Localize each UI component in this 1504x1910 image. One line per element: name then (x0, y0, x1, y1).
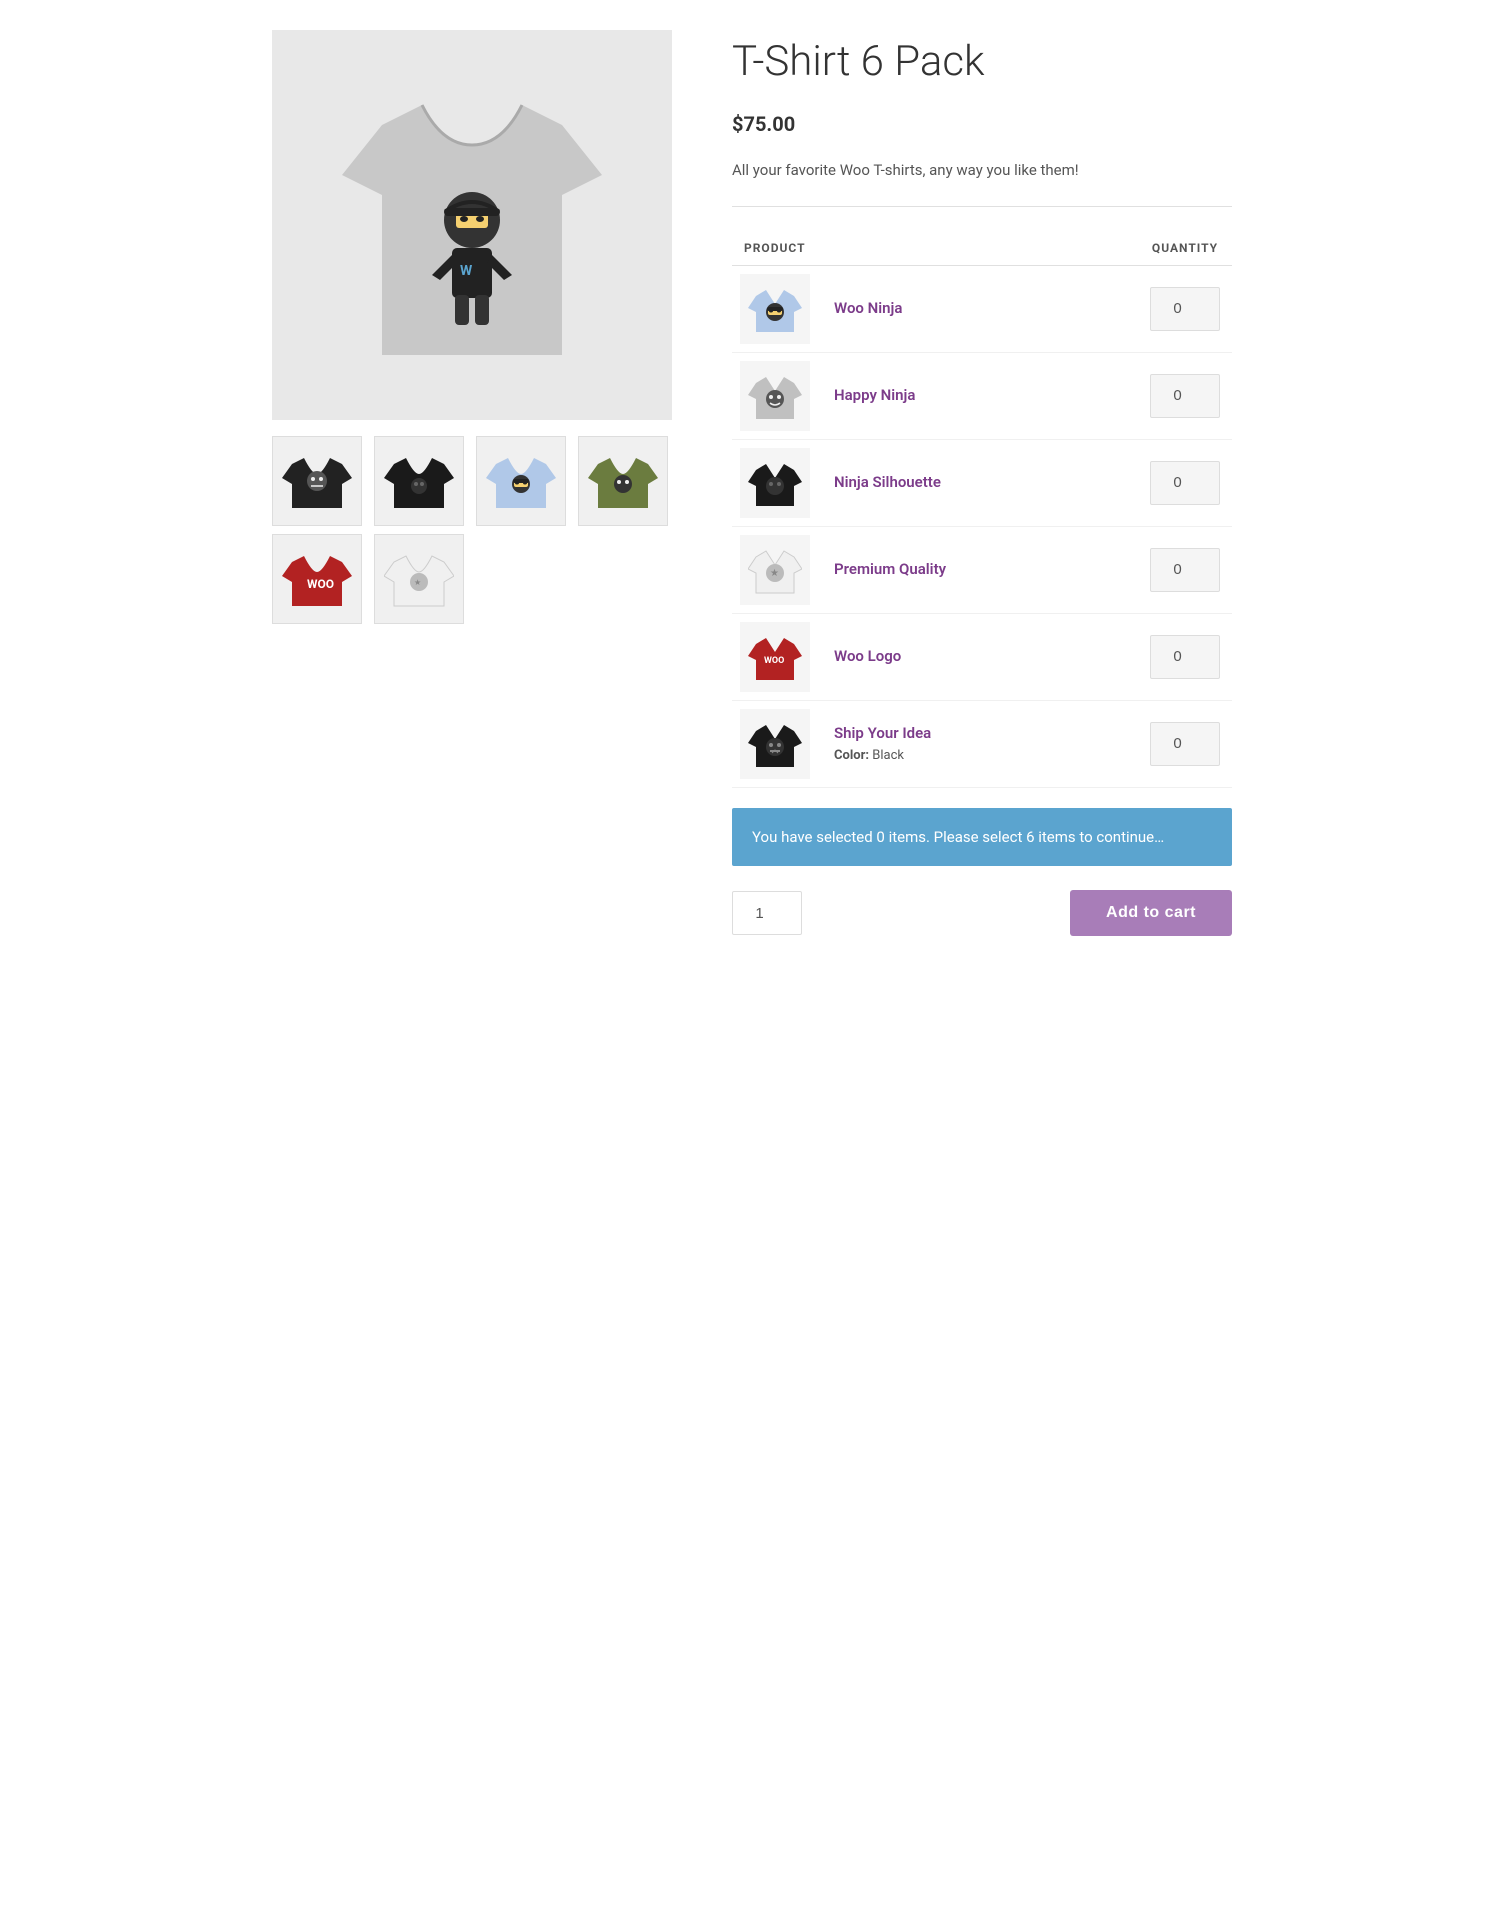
product-name-3[interactable]: Premium Quality (834, 558, 1126, 581)
col-header-product: PRODUCT (732, 231, 1138, 266)
product-thumbnail-1 (740, 361, 810, 431)
selection-notice-text: You have selected 0 items. Please select… (752, 828, 1164, 846)
table-row: WOO Woo Logo (732, 613, 1232, 700)
product-price: $75.00 (732, 109, 1232, 139)
product-thumbnail-5 (740, 709, 810, 779)
qty-input-5[interactable] (1150, 722, 1220, 766)
table-row: Ship Your Idea Color: Black (732, 700, 1232, 787)
product-name-5[interactable]: Ship Your Idea (834, 722, 1126, 745)
cart-quantity-input[interactable] (732, 891, 802, 935)
product-name-0[interactable]: Woo Ninja (834, 297, 1126, 320)
main-product-image: W (272, 30, 672, 420)
product-thumbnail-4: WOO (740, 622, 810, 692)
svg-text:WOO: WOO (307, 577, 334, 591)
thumbnail-ninja-silhouette[interactable] (272, 436, 362, 526)
product-images-section: W (272, 30, 672, 624)
product-thumbnail-3: ★ (740, 535, 810, 605)
qty-cell-4 (1138, 613, 1232, 700)
qty-input-3[interactable] (1150, 548, 1220, 592)
product-thumbnail-0 (740, 274, 810, 344)
grouped-products-table: PRODUCT QUANTITY Woo Ninja (732, 231, 1232, 788)
table-row: Ninja Silhouette (732, 439, 1232, 526)
svg-text:★: ★ (770, 568, 779, 579)
product-name-cell-4: Woo Logo (822, 613, 1138, 700)
product-name-cell-5: Ship Your Idea Color: Black (822, 700, 1138, 787)
qty-cell-3 (1138, 526, 1232, 613)
product-name-cell-2: Ninja Silhouette (822, 439, 1138, 526)
table-row: Happy Ninja (732, 352, 1232, 439)
selection-notice: You have selected 0 items. Please select… (732, 808, 1232, 867)
product-name-cell-3: Premium Quality (822, 526, 1138, 613)
product-name-1[interactable]: Happy Ninja (834, 384, 1126, 407)
thumbnail-olive[interactable] (578, 436, 668, 526)
qty-input-1[interactable] (1150, 374, 1220, 418)
qty-input-2[interactable] (1150, 461, 1220, 505)
qty-cell-2 (1138, 439, 1232, 526)
thumbnail-woo-logo[interactable]: WOO (272, 534, 362, 624)
product-name-cell-0: Woo Ninja (822, 265, 1138, 352)
thumbnail-white[interactable]: ★ (374, 534, 464, 624)
table-row: ★ Premium Quality (732, 526, 1232, 613)
col-header-quantity: QUANTITY (1138, 231, 1232, 266)
thumbnail-black[interactable] (374, 436, 464, 526)
product-details-section: T-Shirt 6 Pack $75.00 All your favorite … (732, 30, 1232, 936)
product-name-4[interactable]: Woo Logo (834, 645, 1126, 668)
qty-input-0[interactable] (1150, 287, 1220, 331)
product-title: T-Shirt 6 Pack (732, 30, 1232, 93)
thumbnail-grid: WOO ★ (272, 436, 672, 624)
svg-text:★: ★ (414, 578, 421, 587)
table-row: Woo Ninja (732, 265, 1232, 352)
thumbnail-woo-ninja[interactable] (476, 436, 566, 526)
product-thumbnail-2 (740, 448, 810, 518)
qty-input-4[interactable] (1150, 635, 1220, 679)
qty-cell-1 (1138, 352, 1232, 439)
qty-cell-0 (1138, 265, 1232, 352)
add-to-cart-button[interactable]: Add to cart (1070, 890, 1232, 936)
svg-text:W: W (460, 263, 473, 279)
svg-text:WOO: WOO (764, 656, 784, 666)
cart-action-row: Add to cart (732, 890, 1232, 936)
product-description: All your favorite Woo T-shirts, any way … (732, 159, 1232, 182)
section-divider (732, 206, 1232, 207)
product-name-cell-1: Happy Ninja (822, 352, 1138, 439)
qty-cell-5 (1138, 700, 1232, 787)
product-name-2[interactable]: Ninja Silhouette (834, 471, 1126, 494)
